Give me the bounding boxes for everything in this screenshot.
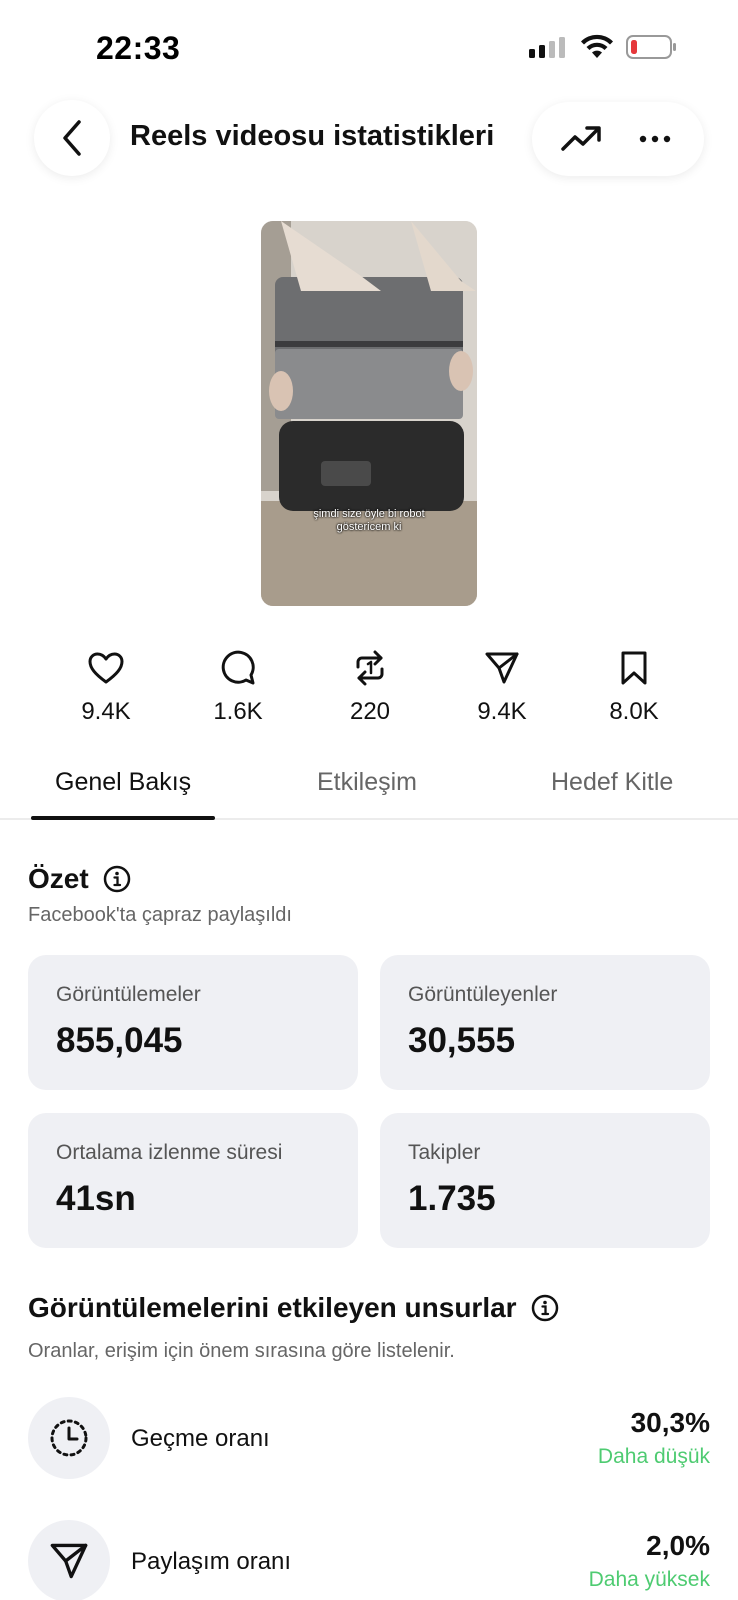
factor-icon (28, 1520, 110, 1600)
status-icons (528, 34, 678, 60)
tab-engagement[interactable]: Etkileşim (317, 768, 417, 797)
tab-overview[interactable]: Genel Bakış (55, 768, 191, 797)
factor-value: 30,3% (630, 1407, 710, 1438)
trends-button[interactable] (551, 109, 611, 169)
stat-reposts[interactable]: 220 (304, 648, 436, 726)
factor-value: 2,0% (646, 1530, 710, 1561)
stat-saves[interactable]: 8.0K (568, 648, 700, 726)
summary-title: Özet (28, 863, 89, 894)
factor-label: Geçme oranı (131, 1425, 270, 1452)
page-title: Reels videosu istatistikleri (130, 120, 495, 152)
more-options-button[interactable] (625, 109, 685, 169)
factor-trend: Daha düşük (597, 1445, 710, 1468)
stat-comments[interactable]: 1.6K (172, 648, 304, 726)
stat-likes[interactable]: 9.4K (40, 648, 172, 726)
status-bar: 22:33 (0, 0, 738, 90)
metric-value: 41sn (56, 1179, 136, 1218)
battery-icon (626, 35, 676, 59)
summary-subtitle: Facebook'ta çapraz paylaşıldı (28, 904, 292, 926)
tab-audience[interactable]: Hedef Kitle (551, 768, 673, 797)
metric-label: Takipler (408, 1141, 481, 1164)
status-time: 22:33 (96, 30, 181, 66)
metric-label: Görüntülemeler (56, 983, 201, 1006)
summary-heading: Özet (28, 863, 131, 895)
metric-card-views: Görüntülemeler 855,045 (28, 955, 358, 1090)
info-icon[interactable] (531, 1294, 559, 1322)
thumbnail-image (261, 221, 477, 606)
factor-icon (28, 1397, 110, 1479)
stat-shares-value: 9.4K (477, 698, 527, 725)
factor-trend: Daha yüksek (588, 1568, 710, 1591)
metric-value: 30,555 (408, 1021, 516, 1060)
metric-label: Görüntüleyenler (408, 983, 558, 1006)
reel-thumbnail[interactable]: şimdi size öyle bi robot göstericem ki (261, 221, 477, 606)
thumbnail-caption: şimdi size öyle bi robot göstericem ki (261, 508, 477, 534)
comment-icon (221, 650, 255, 685)
bookmark-icon (621, 651, 647, 685)
factor-skip-rate[interactable]: Geçme oranı 30,3% Daha düşük (28, 1397, 710, 1481)
caption-line-2: göstericem ki (336, 521, 402, 533)
trending-up-icon (561, 126, 601, 151)
active-tab-indicator (31, 816, 215, 820)
factor-share-rate[interactable]: Paylaşım oranı 2,0% Daha yüksek (28, 1520, 710, 1600)
more-horizontal-icon (639, 135, 671, 143)
chevron-left-icon (63, 120, 81, 156)
factors-heading: Görüntülemelerini etkileyen unsurlar (28, 1292, 559, 1324)
engagement-stats: 9.4K 1.6K 220 9.4K 8.0K (40, 648, 700, 726)
stat-likes-value: 9.4K (81, 698, 131, 725)
factors-title: Görüntülemelerini etkileyen unsurlar (28, 1292, 517, 1323)
heart-icon (88, 652, 124, 684)
metric-card-follows: Takipler 1.735 (380, 1113, 710, 1248)
metric-card-avg-watch-time: Ortalama izlenme süresi 41sn (28, 1113, 358, 1248)
metric-value: 855,045 (56, 1021, 183, 1060)
metric-card-viewers: Görüntüleyenler 30,555 (380, 955, 710, 1090)
header-actions (532, 102, 704, 176)
metric-label: Ortalama izlenme süresi (56, 1141, 283, 1164)
repost-icon (356, 650, 384, 686)
caption-line-1: şimdi size öyle bi robot (313, 508, 425, 520)
stat-saves-value: 8.0K (609, 698, 659, 725)
tab-bar: Genel Bakış Etkileşim Hedef Kitle (0, 760, 738, 820)
factors-subtitle: Oranlar, erişim için önem sırasına göre … (28, 1340, 455, 1362)
send-icon (50, 1543, 88, 1579)
share-icon (485, 652, 519, 684)
wifi-icon (581, 34, 613, 58)
dotted-clock-icon (50, 1419, 88, 1457)
stat-reposts-value: 220 (349, 698, 391, 725)
stat-comments-value: 1.6K (213, 698, 263, 725)
info-icon[interactable] (103, 865, 131, 893)
cellular-signal-icon (529, 37, 565, 58)
factor-label: Paylaşım oranı (131, 1548, 292, 1575)
stat-shares[interactable]: 9.4K (436, 648, 568, 726)
back-button[interactable] (34, 100, 110, 176)
metric-value: 1.735 (408, 1179, 496, 1218)
header: Reels videosu istatistikleri (0, 96, 738, 184)
